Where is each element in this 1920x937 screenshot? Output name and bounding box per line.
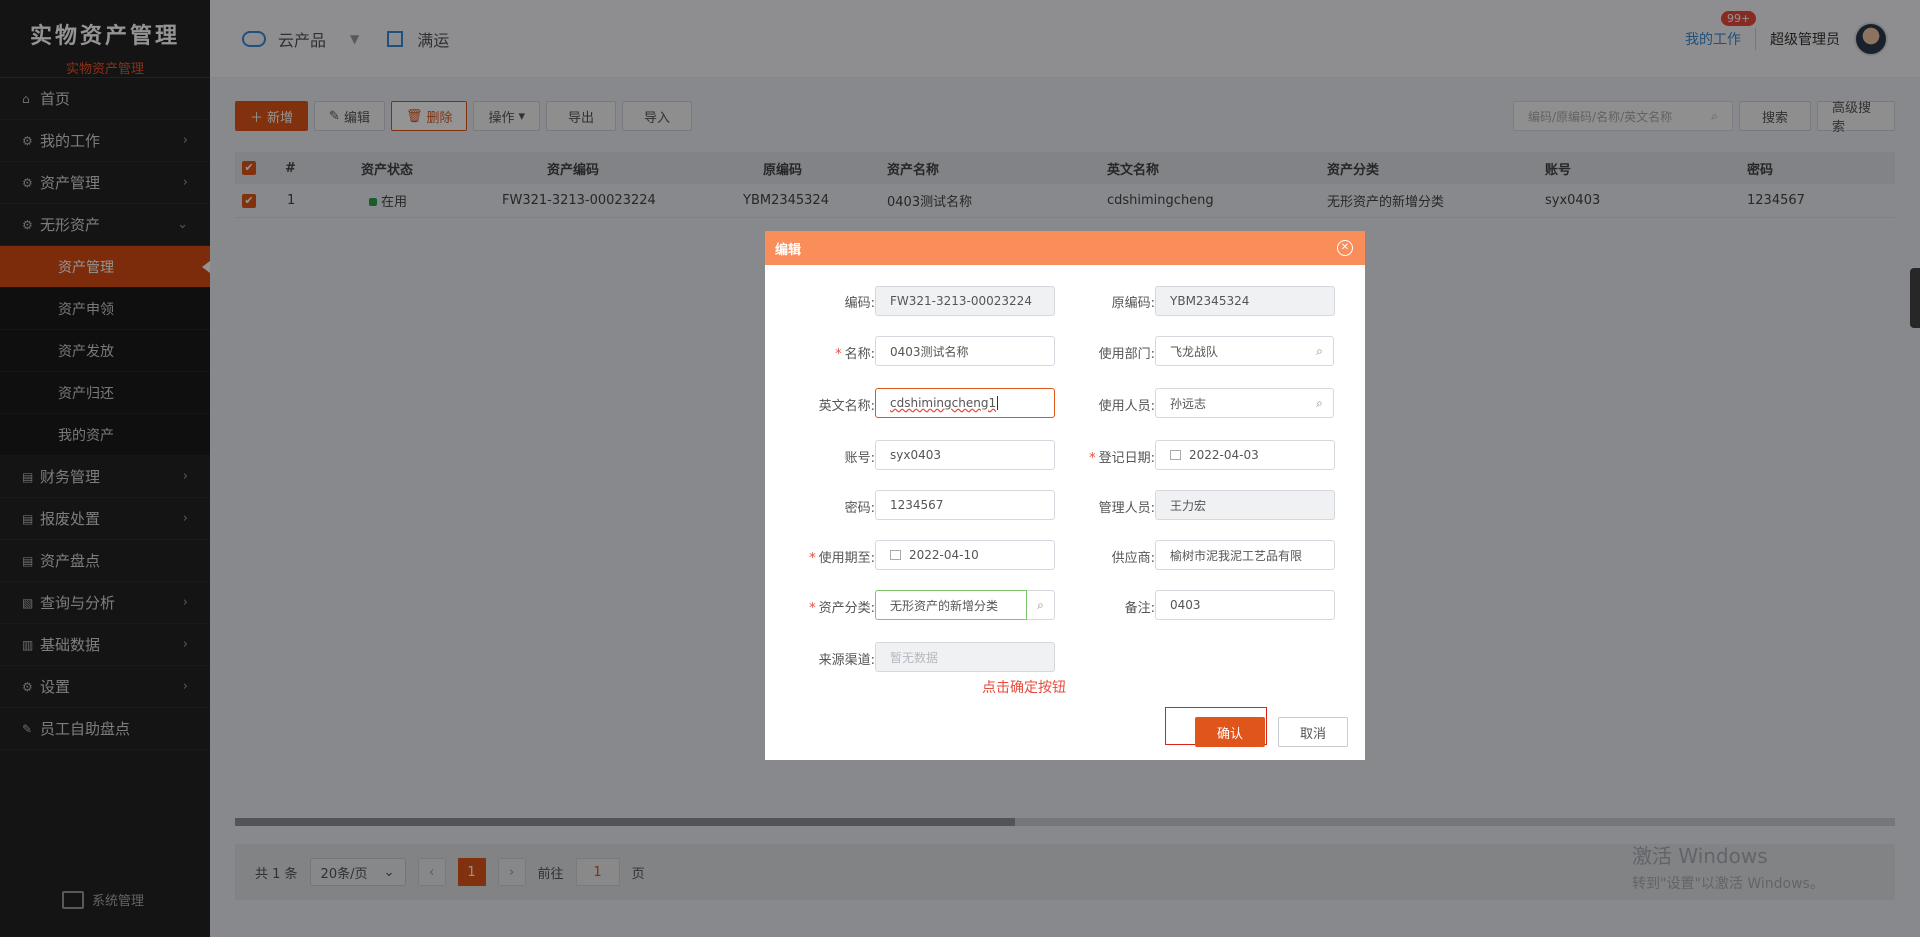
calendar-icon bbox=[1170, 450, 1181, 460]
account-label: 账号: bbox=[844, 451, 875, 466]
text-cursor bbox=[997, 396, 999, 410]
search-icon: ⌕ bbox=[1316, 343, 1323, 358]
expire-label: * 使用期至: bbox=[809, 551, 875, 566]
dialog-header: 编辑 ✕ bbox=[765, 231, 1365, 265]
manager-label: 管理人员: bbox=[1098, 501, 1155, 516]
category-field[interactable]: 无形资产的新增分类 bbox=[875, 590, 1027, 620]
source-field[interactable]: 暂无数据 bbox=[875, 642, 1055, 672]
calendar-icon bbox=[890, 550, 901, 560]
password-field[interactable]: 1234567 bbox=[875, 490, 1055, 520]
reg-date-label: * 登记日期: bbox=[1089, 451, 1155, 466]
remark-field[interactable]: 0403 bbox=[1155, 590, 1335, 620]
expire-date-value: 2022-04-10 bbox=[909, 548, 979, 562]
search-icon: ⌕ bbox=[1037, 597, 1044, 612]
en-name-value: cdshimingcheng1 bbox=[890, 396, 997, 410]
password-label: 密码: bbox=[844, 501, 875, 516]
source-label: 来源渠道: bbox=[818, 653, 875, 668]
close-icon[interactable]: ✕ bbox=[1337, 240, 1353, 256]
dept-field[interactable]: 飞龙战队 bbox=[1155, 336, 1307, 366]
orig-code-label: 原编码: bbox=[1111, 296, 1155, 311]
account-field[interactable]: syx0403 bbox=[875, 440, 1055, 470]
dialog-title: 编辑 bbox=[775, 242, 802, 258]
edit-dialog: 编辑 ✕ 编码: FW321-3213-00023224 原编码: YBM234… bbox=[765, 231, 1365, 760]
user-label: 使用人员: bbox=[1098, 399, 1155, 414]
search-icon: ⌕ bbox=[1316, 395, 1323, 410]
reg-date-value: 2022-04-03 bbox=[1189, 448, 1259, 462]
remark-label: 备注: bbox=[1124, 601, 1155, 616]
category-lookup-button[interactable]: ⌕ bbox=[1027, 590, 1055, 620]
cancel-button[interactable]: 取消 bbox=[1278, 717, 1348, 747]
category-label: * 资产分类: bbox=[809, 601, 875, 616]
supplier-label: 供应商: bbox=[1111, 551, 1155, 566]
confirm-button[interactable]: 确认 bbox=[1195, 717, 1265, 747]
dept-lookup-button[interactable]: ⌕ bbox=[1306, 336, 1334, 366]
code-field: FW321-3213-00023224 bbox=[875, 286, 1055, 316]
code-label: 编码: bbox=[844, 296, 875, 311]
hint-text: 点击确定按钮 bbox=[982, 680, 1066, 696]
name-label: * 名称: bbox=[835, 347, 875, 362]
orig-code-field: YBM2345324 bbox=[1155, 286, 1335, 316]
expire-date-field[interactable]: 2022-04-10 bbox=[875, 540, 1055, 570]
name-field[interactable]: 0403测试名称 bbox=[875, 336, 1055, 366]
supplier-field[interactable]: 榆树市泥我泥工艺品有限 bbox=[1155, 540, 1335, 570]
reg-date-field[interactable]: 2022-04-03 bbox=[1155, 440, 1335, 470]
manager-field: 王力宏 bbox=[1155, 490, 1335, 520]
user-lookup-button[interactable]: ⌕ bbox=[1306, 388, 1334, 418]
user-field[interactable]: 孙远志 bbox=[1155, 388, 1307, 418]
en-name-field[interactable]: cdshimingcheng1 bbox=[875, 388, 1055, 418]
en-name-label: 英文名称: bbox=[818, 399, 875, 414]
dept-label: 使用部门: bbox=[1098, 347, 1155, 362]
